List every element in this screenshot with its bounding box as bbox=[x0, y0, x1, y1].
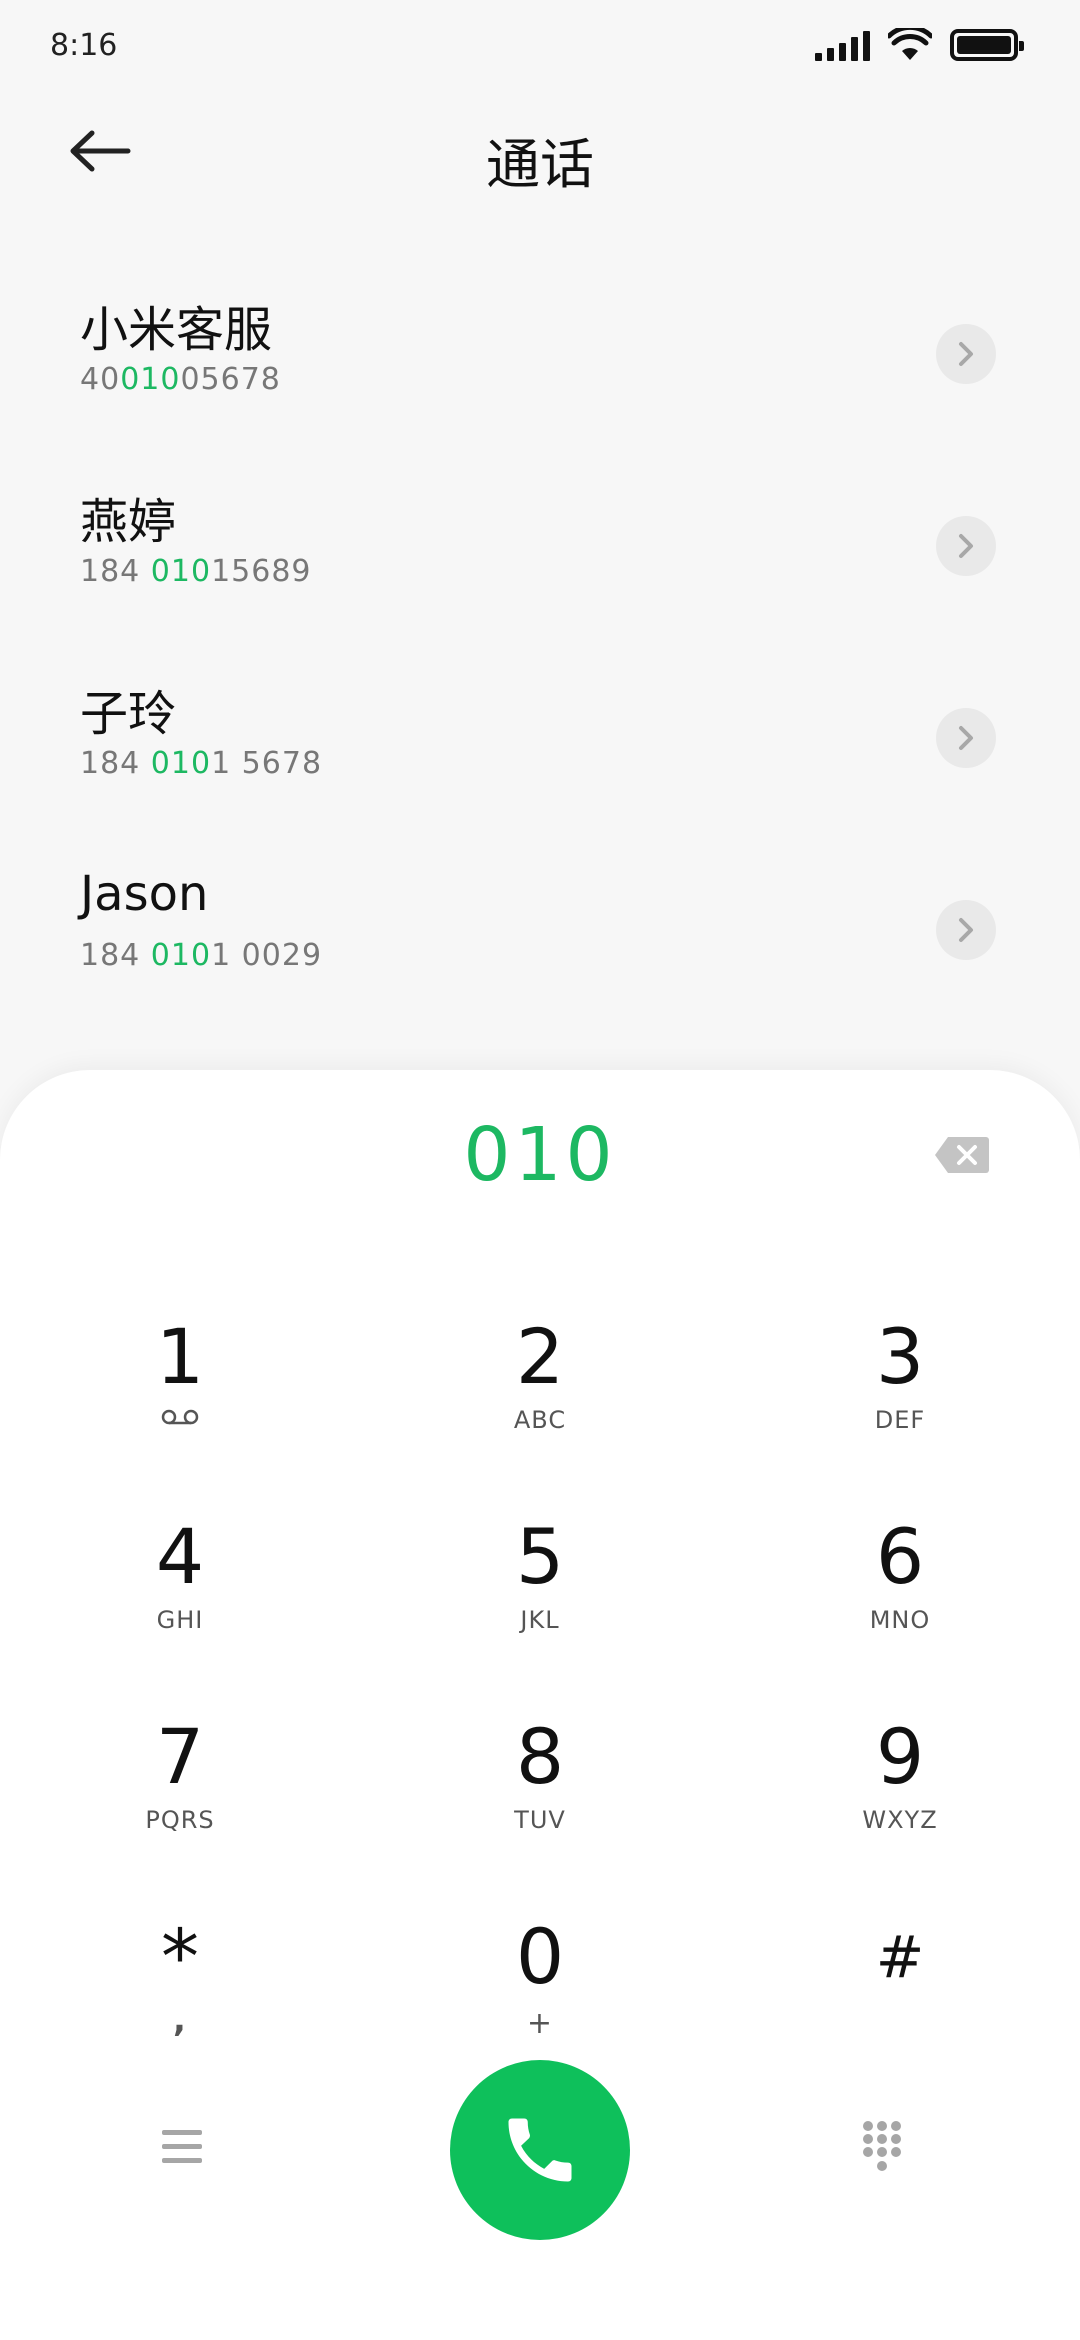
chevron-right-icon bbox=[959, 918, 973, 942]
key-letters: PQRS bbox=[145, 1806, 215, 1834]
key-2[interactable]: 2 ABC bbox=[360, 1300, 720, 1500]
signal-icon bbox=[815, 29, 870, 61]
key-digit: 6 bbox=[875, 1512, 925, 1601]
contact-detail-button[interactable] bbox=[936, 516, 996, 576]
key-letters: GHI bbox=[156, 1606, 204, 1634]
wifi-icon bbox=[888, 28, 932, 60]
contact-number: 184 0101 0029 bbox=[80, 938, 323, 973]
chevron-right-icon bbox=[959, 534, 973, 558]
battery-icon bbox=[950, 29, 1024, 61]
key-digit: 2 bbox=[515, 1312, 565, 1401]
page-title: 通话 bbox=[486, 133, 594, 196]
contact-item[interactable]: 子玲 184 0101 5678 bbox=[0, 636, 1080, 828]
dialpad-icon bbox=[863, 2121, 901, 2171]
key-4[interactable]: 4 GHI bbox=[0, 1500, 360, 1700]
key-letters: DEF bbox=[874, 1406, 926, 1434]
call-button[interactable] bbox=[450, 2060, 630, 2240]
menu-button[interactable] bbox=[160, 2128, 220, 2178]
key-letters: , bbox=[173, 2000, 187, 2040]
contact-item[interactable]: Jason 184 0101 0029 bbox=[0, 828, 1080, 1020]
contact-name: 子玲 bbox=[80, 686, 177, 742]
header: 通话 bbox=[0, 96, 1080, 216]
status-icons bbox=[815, 28, 1024, 62]
key-5[interactable]: 5 JKL bbox=[360, 1500, 720, 1700]
chevron-right-icon bbox=[959, 726, 973, 750]
status-time: 8:16 bbox=[50, 28, 118, 63]
key-digit: 4 bbox=[155, 1512, 205, 1601]
dial-input[interactable]: 010 bbox=[0, 1112, 1080, 1198]
dialpad-toggle-button[interactable] bbox=[860, 2120, 920, 2180]
contact-list: 小米客服 4001005678 燕婷 184 01015689 子玲 184 0… bbox=[0, 252, 1080, 1020]
backspace-icon bbox=[935, 1137, 989, 1173]
key-digit: 1 bbox=[155, 1312, 205, 1401]
keypad: 1 2 ABC 3 DEF 4 GHI 5 JKL 6 MNO 7 PQRS 8… bbox=[0, 1300, 1080, 2100]
key-digit: 0 bbox=[515, 1912, 565, 2001]
key-1[interactable]: 1 bbox=[0, 1300, 360, 1500]
key-6[interactable]: 6 MNO bbox=[720, 1500, 1080, 1700]
contact-item[interactable]: 小米客服 4001005678 bbox=[0, 252, 1080, 444]
contact-name: 小米客服 bbox=[80, 302, 273, 358]
key-letters: JKL bbox=[520, 1606, 560, 1634]
key-9[interactable]: 9 WXYZ bbox=[720, 1700, 1080, 1900]
key-digit: 8 bbox=[515, 1712, 565, 1801]
key-letters: WXYZ bbox=[862, 1806, 938, 1834]
key-digit: 5 bbox=[515, 1512, 565, 1601]
phone-icon bbox=[508, 2118, 572, 2182]
key-digit: # bbox=[875, 1923, 925, 1991]
backspace-button[interactable] bbox=[934, 1135, 990, 1175]
key-digit: 9 bbox=[875, 1712, 925, 1801]
voicemail-icon bbox=[161, 1409, 199, 1425]
contact-number: 184 01015689 bbox=[80, 554, 312, 589]
key-letters: + bbox=[526, 2006, 554, 2041]
contact-number: 4001005678 bbox=[80, 362, 281, 397]
contact-detail-button[interactable] bbox=[936, 708, 996, 768]
key-digit: * bbox=[161, 1912, 199, 2001]
contact-number: 184 0101 5678 bbox=[80, 746, 323, 781]
chevron-right-icon bbox=[959, 342, 973, 366]
contact-detail-button[interactable] bbox=[936, 900, 996, 960]
key-digit: 7 bbox=[155, 1712, 205, 1801]
key-3[interactable]: 3 DEF bbox=[720, 1300, 1080, 1500]
contact-name: 燕婷 bbox=[80, 494, 177, 550]
bottom-bar bbox=[0, 2060, 1080, 2240]
key-letters: MNO bbox=[869, 1606, 931, 1634]
contact-name: Jason bbox=[80, 866, 209, 922]
key-letters: TUV bbox=[514, 1806, 566, 1834]
contact-detail-button[interactable] bbox=[936, 324, 996, 384]
contact-item[interactable]: 燕婷 184 01015689 bbox=[0, 444, 1080, 636]
key-8[interactable]: 8 TUV bbox=[360, 1700, 720, 1900]
status-bar: 8:16 bbox=[0, 0, 1080, 96]
key-digit: 3 bbox=[875, 1312, 925, 1401]
key-letters: ABC bbox=[513, 1406, 567, 1434]
menu-icon bbox=[162, 2130, 202, 2163]
key-7[interactable]: 7 PQRS bbox=[0, 1700, 360, 1900]
